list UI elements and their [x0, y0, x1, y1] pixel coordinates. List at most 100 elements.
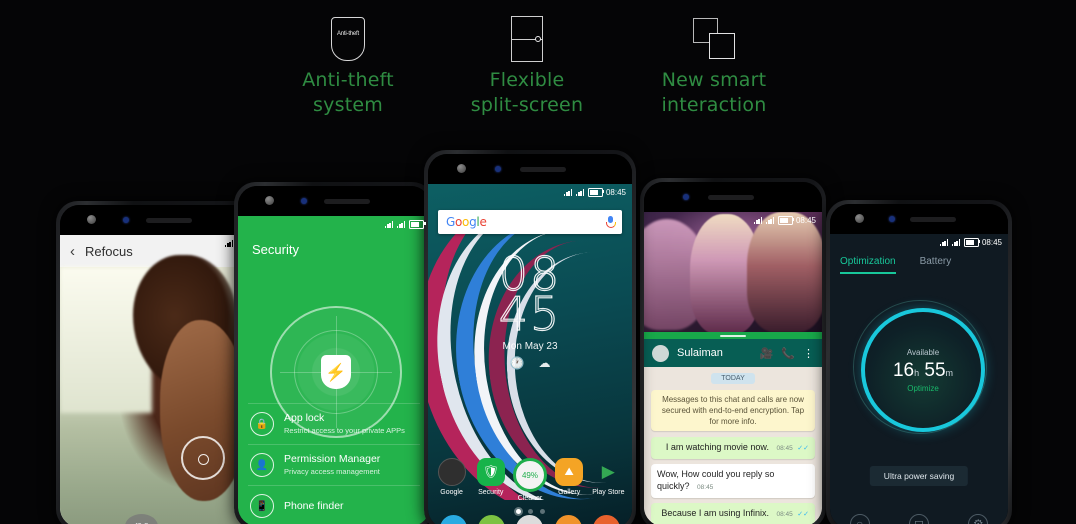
video-pane[interactable]: 08:45 [644, 212, 822, 332]
earpiece-speaker-icon [324, 199, 371, 204]
tab-battery[interactable]: Battery [920, 256, 952, 274]
cleaner-icon: 49% [512, 458, 547, 492]
status-bar-split: 08:45 [644, 212, 822, 228]
phone-bezel-top [238, 186, 430, 216]
status-bar-home: 08:45 [428, 184, 632, 200]
chat-bubble-outgoing: Because I am using Infinix. 08:45 ✓✓ [651, 503, 815, 524]
phone-refocus: ‹ Refocus f1.1 f2.0 f2.8 f0.8 [56, 201, 256, 524]
earpiece-speaker-icon [519, 167, 566, 172]
battery-icon [409, 219, 426, 229]
status-bar-clock: 08:45 [795, 215, 816, 225]
security-title: Security [252, 242, 299, 257]
microphone-icon[interactable] [606, 216, 616, 228]
security-item-subtitle: Privacy access management [284, 467, 380, 476]
signal-icon-2 [397, 220, 406, 228]
minutes-unit: m [945, 367, 954, 378]
favorites-tray[interactable] [428, 515, 632, 524]
security-item-title: Phone finder [284, 499, 344, 512]
security-item-title: Permission Manager [284, 453, 381, 465]
front-camera-icon [854, 214, 864, 223]
feature-split-screen: Flexible split-screen [437, 10, 617, 118]
ultra-power-saving-button[interactable]: Ultra power saving [869, 466, 969, 486]
chat-bubble-outgoing: I am watching movie now. 08:45 ✓✓ [651, 437, 815, 459]
chat-messages: TODAY Messages to this chat and calls ar… [644, 367, 822, 524]
overlapping-windows-icon [624, 10, 804, 68]
app-gallery[interactable]: ⛰ Gallery [551, 458, 587, 502]
phone-bezel-top [428, 154, 632, 184]
lock-icon: 🔒 [250, 412, 274, 436]
chat-encryption-notice[interactable]: Messages to this chat and calls are now … [651, 390, 815, 431]
google-search-bar[interactable]: Google [438, 210, 622, 234]
status-bar-refocus [60, 235, 252, 251]
shield-anti-theft-icon: Anti-theft [258, 10, 438, 68]
front-camera-icon [264, 196, 274, 205]
split-screen-divider[interactable] [644, 332, 822, 339]
battery-gauge[interactable]: Available 16h 55m Optimize [861, 308, 985, 432]
signal-icon [225, 239, 234, 247]
signal-icon [563, 188, 573, 196]
remaining-minutes: 55 [924, 359, 946, 381]
sensor-icon [123, 217, 130, 223]
app-label: Gallery [558, 489, 581, 496]
clock-widget[interactable]: 08 45 Mon May 23 🕐 ☁ [428, 250, 632, 370]
app-label: Play Store [592, 489, 625, 496]
tray-icon-4 [554, 515, 582, 524]
promo-banner: Anti-theft Anti-theft system Flexible sp… [0, 0, 1076, 524]
chat-header: Sulaiman 🎥 📞 ⋮ [644, 339, 822, 367]
earpiece-speaker-icon [146, 218, 193, 223]
security-item-permission-manager[interactable]: 👤 Permission Manager Privacy access mana… [248, 444, 420, 485]
status-bar-security [238, 216, 430, 232]
nav-icon-2[interactable]: ◻ [908, 514, 929, 524]
phone-bezel-top [644, 182, 822, 212]
battery-icon [963, 237, 981, 247]
nav-icon-3[interactable]: ⚙ [968, 514, 989, 524]
avatar [652, 344, 669, 362]
signal-icon-2 [575, 188, 585, 196]
nav-icon-1[interactable]: ○ [849, 514, 870, 524]
remaining-hours: 16 [892, 359, 915, 381]
sensor-icon [495, 166, 502, 172]
page-indicator[interactable] [428, 509, 632, 514]
phone-security: Security ⚡ 🔒 App lock Restrict access to… [234, 182, 434, 524]
chat-contact-name: Sulaiman [677, 347, 723, 359]
read-receipt-icon: ✓✓ [797, 511, 809, 518]
battery-tabs: Optimization Battery [830, 256, 1008, 274]
tray-icon-3 [516, 515, 544, 524]
page-dot [539, 509, 545, 514]
tab-optimization[interactable]: Optimization [840, 256, 896, 274]
shield-bolt-icon: ⚡ [321, 355, 351, 389]
app-play-store[interactable]: ▶ Play Store [590, 458, 626, 502]
front-camera-icon [86, 215, 96, 224]
chat-time: 08:45 [776, 445, 793, 452]
person-icon: 👤 [250, 453, 274, 477]
app-cleaner[interactable]: 49% Cleaner [512, 458, 548, 502]
voice-call-icon[interactable]: 📞 [781, 347, 795, 360]
video-call-icon[interactable]: 🎥 [760, 347, 774, 360]
feature-anti-theft: Anti-theft Anti-theft system [258, 10, 438, 118]
signal-icon [939, 238, 949, 246]
app-google[interactable]: Google [434, 458, 470, 502]
security-item-app-lock[interactable]: 🔒 App lock Restrict access to your priva… [248, 403, 420, 444]
feature-smart-interaction-line2: interaction [661, 94, 767, 116]
status-bar-clock: 08:45 [981, 237, 1002, 247]
phone-bezel-top [60, 205, 252, 235]
battery-icon [587, 187, 605, 197]
refocus-photo[interactable]: f1.1 f2.0 f2.8 f0.8 [60, 255, 252, 524]
security-item-phone-finder[interactable]: 📱 Phone finder [248, 485, 420, 524]
front-camera-icon [456, 164, 466, 173]
google-folder-icon [437, 458, 466, 486]
security-item-subtitle: Restrict access to your private APPs [284, 426, 405, 435]
focus-ring-icon[interactable] [180, 436, 225, 481]
clock-minutes: 45 [498, 287, 562, 341]
more-options-icon[interactable]: ⋮ [803, 347, 814, 360]
available-label: Available [906, 347, 940, 357]
tray-icon-1 [439, 515, 467, 524]
clock-date: Mon May 23 [502, 341, 558, 352]
tray-icon-5 [593, 515, 621, 524]
signal-icon-2 [765, 216, 775, 224]
optimize-link[interactable]: Optimize [907, 384, 939, 393]
tray-icon-2 [478, 515, 506, 524]
app-security[interactable]: 🛡 Security [473, 458, 509, 502]
chat-text: I am watching movie now. [665, 442, 769, 452]
feature-anti-theft-line1: Anti-theft [302, 69, 394, 91]
